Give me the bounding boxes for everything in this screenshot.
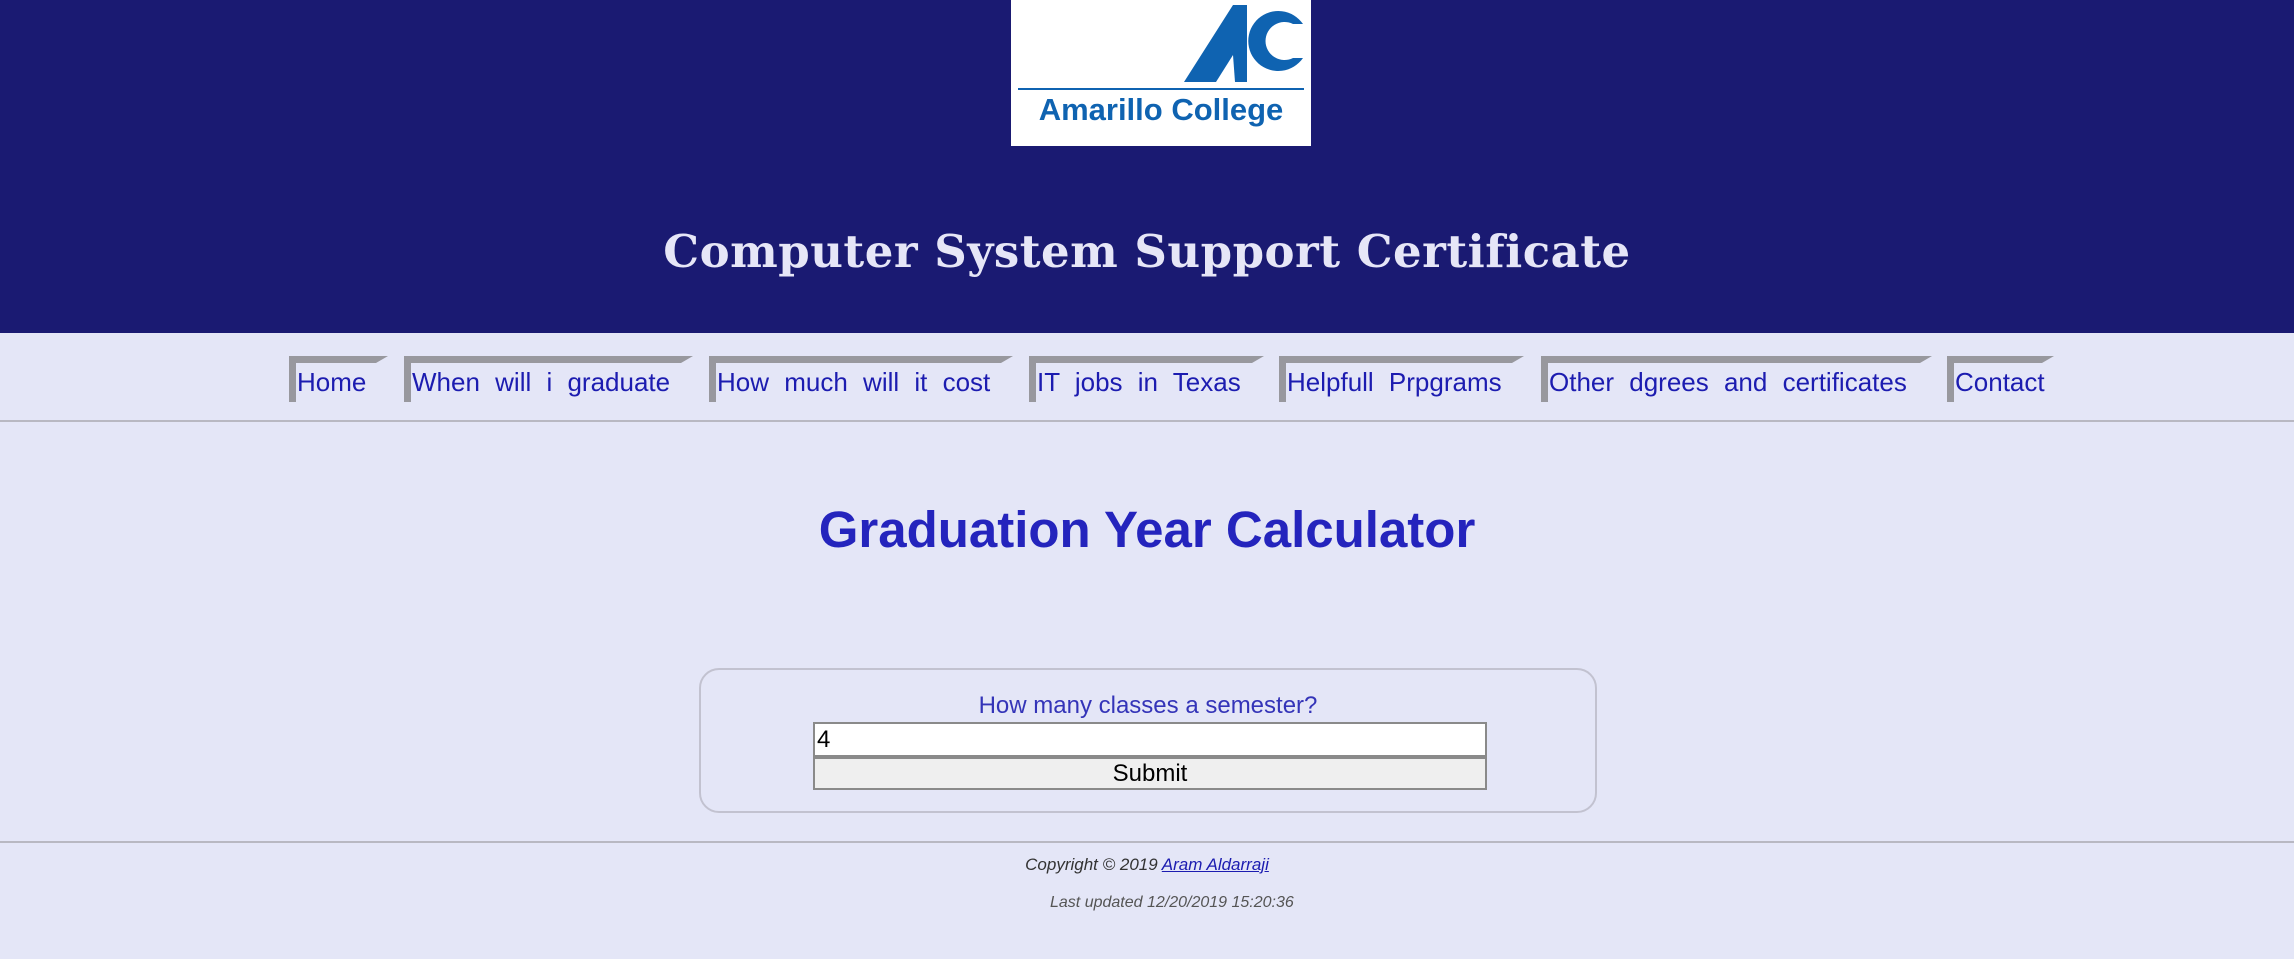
- footer-divider: [0, 841, 2294, 843]
- graduation-calculator-form: How many classes a semester? Submit: [699, 668, 1597, 813]
- site-header: Amarillo College Computer System Support…: [0, 0, 2294, 333]
- nav-item-other-degrees[interactable]: Other dgrees and certificates: [1541, 356, 1932, 402]
- site-title: Computer System Support Certificate: [663, 225, 1631, 278]
- main-nav: Home When will i graduate How much will …: [0, 356, 2294, 402]
- copyright-text: Copyright © 2019: [1025, 855, 1158, 874]
- amarillo-college-logo[interactable]: Amarillo College: [1011, 0, 1311, 146]
- author-link[interactable]: Aram Aldarraji: [1162, 855, 1269, 874]
- classes-per-semester-label: How many classes a semester?: [978, 692, 1318, 719]
- nav-item-contact[interactable]: Contact: [1947, 356, 2054, 402]
- nav-divider: [0, 420, 2294, 422]
- footer-copyright: Copyright © 2019 Aram Aldarraji: [0, 855, 2294, 875]
- classes-per-semester-input[interactable]: [813, 722, 1487, 757]
- logo-graphic: Amarillo College: [1018, 5, 1304, 127]
- nav-item-how-much-will-it-cost[interactable]: How much will it cost: [709, 356, 1013, 402]
- nav-item-it-jobs-in-texas[interactable]: IT jobs in Texas: [1029, 356, 1264, 402]
- last-updated: Last updated 12/20/2019 15:20:36: [1050, 894, 1294, 911]
- nav-item-when-will-i-graduate[interactable]: When will i graduate: [404, 356, 693, 402]
- logo-text: Amarillo College: [1039, 92, 1284, 127]
- page-heading: Graduation Year Calculator: [818, 501, 1476, 558]
- nav-item-home[interactable]: Home: [289, 356, 388, 402]
- submit-button[interactable]: Submit: [813, 757, 1487, 790]
- nav-item-helpfull-programs[interactable]: Helpfull Prpgrams: [1279, 356, 1524, 402]
